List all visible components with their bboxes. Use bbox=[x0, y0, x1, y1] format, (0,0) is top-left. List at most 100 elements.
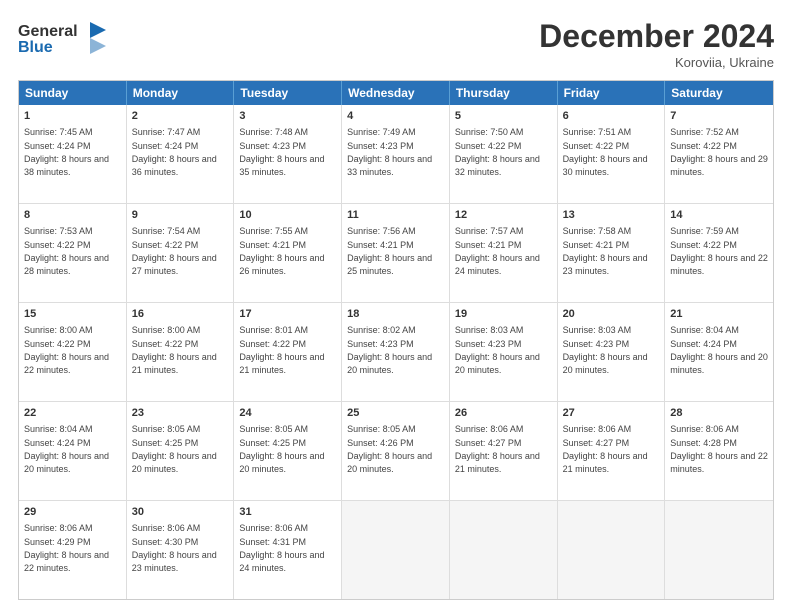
day-number: 1 bbox=[24, 109, 121, 124]
calendar-row-2: 8Sunrise: 7:53 AMSunset: 4:22 PMDaylight… bbox=[19, 203, 773, 302]
calendar-cell: 31 Sunrise: 8:06 AMSunset: 4:31 PMDayligh… bbox=[234, 501, 342, 599]
calendar-cell: 26 Sunrise: 8:06 AMSunset: 4:27 PMDayligh… bbox=[450, 402, 558, 500]
day-number: 24 bbox=[239, 406, 336, 421]
calendar-cell: 22Sunrise: 8:04 AMSunset: 4:24 PMDayligh… bbox=[19, 402, 127, 500]
calendar-cell: 5 Sunrise: 7:50 AMSunset: 4:22 PMDaylight… bbox=[450, 105, 558, 203]
cell-info: Sunrise: 7:55 AMSunset: 4:21 PMDaylight:… bbox=[239, 226, 324, 276]
day-number: 19 bbox=[455, 307, 552, 322]
svg-text:General: General bbox=[18, 23, 78, 40]
calendar-cell: 11 Sunrise: 7:56 AMSunset: 4:21 PMDayligh… bbox=[342, 204, 450, 302]
cell-info: Sunrise: 7:45 AMSunset: 4:24 PMDaylight:… bbox=[24, 127, 109, 177]
day-number: 18 bbox=[347, 307, 444, 322]
cell-info: Sunrise: 8:06 AMSunset: 4:27 PMDaylight:… bbox=[455, 424, 540, 474]
calendar-cell bbox=[342, 501, 450, 599]
day-number: 4 bbox=[347, 109, 444, 124]
calendar-cell: 28 Sunrise: 8:06 AMSunset: 4:28 PMDayligh… bbox=[665, 402, 773, 500]
calendar-header: Sunday Monday Tuesday Wednesday Thursday… bbox=[19, 81, 773, 105]
day-number: 26 bbox=[455, 406, 552, 421]
day-number: 13 bbox=[563, 208, 660, 223]
cell-info: Sunrise: 8:02 AMSunset: 4:23 PMDaylight:… bbox=[347, 325, 432, 375]
calendar-cell: 12Sunrise: 7:57 AMSunset: 4:21 PMDayligh… bbox=[450, 204, 558, 302]
calendar-cell: 14Sunrise: 7:59 AMSunset: 4:22 PMDayligh… bbox=[665, 204, 773, 302]
cell-info: Sunrise: 8:05 AMSunset: 4:26 PMDaylight:… bbox=[347, 424, 432, 474]
calendar-cell bbox=[558, 501, 666, 599]
cell-info: Sunrise: 8:01 AMSunset: 4:22 PMDaylight:… bbox=[239, 325, 324, 375]
calendar-cell: 18 Sunrise: 8:02 AMSunset: 4:23 PMDayligh… bbox=[342, 303, 450, 401]
calendar-cell: 3Sunrise: 7:48 AMSunset: 4:23 PMDaylight… bbox=[234, 105, 342, 203]
header-monday: Monday bbox=[127, 81, 235, 105]
day-number: 7 bbox=[670, 109, 768, 124]
calendar-cell: 23Sunrise: 8:05 AMSunset: 4:25 PMDayligh… bbox=[127, 402, 235, 500]
day-number: 17 bbox=[239, 307, 336, 322]
calendar-cell: 21 Sunrise: 8:04 AMSunset: 4:24 PMDayligh… bbox=[665, 303, 773, 401]
header-tuesday: Tuesday bbox=[234, 81, 342, 105]
header-saturday: Saturday bbox=[665, 81, 773, 105]
cell-info: Sunrise: 8:03 AMSunset: 4:23 PMDaylight:… bbox=[563, 325, 648, 375]
logo: General Blue bbox=[18, 18, 108, 63]
cell-info: Sunrise: 7:51 AMSunset: 4:22 PMDaylight:… bbox=[563, 127, 648, 177]
cell-info: Sunrise: 7:58 AMSunset: 4:21 PMDaylight:… bbox=[563, 226, 648, 276]
cell-info: Sunrise: 8:03 AMSunset: 4:23 PMDaylight:… bbox=[455, 325, 540, 375]
header-thursday: Thursday bbox=[450, 81, 558, 105]
title-block: December 2024 Koroviia, Ukraine bbox=[539, 18, 774, 70]
calendar-row-3: 15Sunrise: 8:00 AMSunset: 4:22 PMDayligh… bbox=[19, 302, 773, 401]
cell-info: Sunrise: 8:04 AMSunset: 4:24 PMDaylight:… bbox=[670, 325, 768, 375]
calendar-cell: 13 Sunrise: 7:58 AMSunset: 4:21 PMDayligh… bbox=[558, 204, 666, 302]
header-sunday: Sunday bbox=[19, 81, 127, 105]
day-number: 21 bbox=[670, 307, 768, 322]
day-number: 31 bbox=[239, 505, 336, 520]
calendar-row-5: 29Sunrise: 8:06 AMSunset: 4:29 PMDayligh… bbox=[19, 500, 773, 599]
cell-info: Sunrise: 7:59 AMSunset: 4:22 PMDaylight:… bbox=[670, 226, 768, 276]
cell-info: Sunrise: 8:05 AMSunset: 4:25 PMDaylight:… bbox=[239, 424, 324, 474]
calendar-row-4: 22Sunrise: 8:04 AMSunset: 4:24 PMDayligh… bbox=[19, 401, 773, 500]
svg-text:Blue: Blue bbox=[18, 39, 53, 56]
day-number: 29 bbox=[24, 505, 121, 520]
calendar-cell: 24 Sunrise: 8:05 AMSunset: 4:25 PMDayligh… bbox=[234, 402, 342, 500]
day-number: 11 bbox=[347, 208, 444, 223]
cell-info: Sunrise: 7:57 AMSunset: 4:21 PMDaylight:… bbox=[455, 226, 540, 276]
month-title: December 2024 bbox=[539, 18, 774, 55]
calendar-cell: 20 Sunrise: 8:03 AMSunset: 4:23 PMDayligh… bbox=[558, 303, 666, 401]
calendar-cell: 19 Sunrise: 8:03 AMSunset: 4:23 PMDayligh… bbox=[450, 303, 558, 401]
header: General Blue December 2024 Koroviia, Ukr… bbox=[18, 18, 774, 70]
location: Koroviia, Ukraine bbox=[539, 55, 774, 70]
calendar-row-1: 1 Sunrise: 7:45 AMSunset: 4:24 PMDaylight… bbox=[19, 105, 773, 203]
calendar-cell bbox=[450, 501, 558, 599]
cell-info: Sunrise: 8:06 AMSunset: 4:28 PMDaylight:… bbox=[670, 424, 768, 474]
cell-info: Sunrise: 7:56 AMSunset: 4:21 PMDaylight:… bbox=[347, 226, 432, 276]
day-number: 20 bbox=[563, 307, 660, 322]
cell-info: Sunrise: 7:47 AMSunset: 4:24 PMDaylight:… bbox=[132, 127, 217, 177]
day-number: 3 bbox=[239, 109, 336, 124]
calendar-cell: 1 Sunrise: 7:45 AMSunset: 4:24 PMDaylight… bbox=[19, 105, 127, 203]
calendar-cell: 27Sunrise: 8:06 AMSunset: 4:27 PMDayligh… bbox=[558, 402, 666, 500]
page: General Blue December 2024 Koroviia, Ukr… bbox=[0, 0, 792, 612]
calendar: Sunday Monday Tuesday Wednesday Thursday… bbox=[18, 80, 774, 600]
calendar-cell: 7 Sunrise: 7:52 AMSunset: 4:22 PMDaylight… bbox=[665, 105, 773, 203]
calendar-cell: 9Sunrise: 7:54 AMSunset: 4:22 PMDaylight… bbox=[127, 204, 235, 302]
day-number: 10 bbox=[239, 208, 336, 223]
day-number: 16 bbox=[132, 307, 229, 322]
calendar-cell: 4 Sunrise: 7:49 AMSunset: 4:23 PMDaylight… bbox=[342, 105, 450, 203]
day-number: 30 bbox=[132, 505, 229, 520]
calendar-cell: 25Sunrise: 8:05 AMSunset: 4:26 PMDayligh… bbox=[342, 402, 450, 500]
day-number: 27 bbox=[563, 406, 660, 421]
day-number: 28 bbox=[670, 406, 768, 421]
logo-text: General Blue bbox=[18, 18, 108, 63]
cell-info: Sunrise: 8:06 AMSunset: 4:30 PMDaylight:… bbox=[132, 523, 217, 573]
calendar-body: 1 Sunrise: 7:45 AMSunset: 4:24 PMDaylight… bbox=[19, 105, 773, 599]
cell-info: Sunrise: 8:05 AMSunset: 4:25 PMDaylight:… bbox=[132, 424, 217, 474]
day-number: 22 bbox=[24, 406, 121, 421]
day-number: 5 bbox=[455, 109, 552, 124]
cell-info: Sunrise: 8:06 AMSunset: 4:31 PMDaylight:… bbox=[239, 523, 324, 573]
calendar-cell: 17 Sunrise: 8:01 AMSunset: 4:22 PMDayligh… bbox=[234, 303, 342, 401]
day-number: 9 bbox=[132, 208, 229, 223]
day-number: 2 bbox=[132, 109, 229, 124]
day-number: 8 bbox=[24, 208, 121, 223]
header-wednesday: Wednesday bbox=[342, 81, 450, 105]
calendar-cell bbox=[665, 501, 773, 599]
cell-info: Sunrise: 7:50 AMSunset: 4:22 PMDaylight:… bbox=[455, 127, 540, 177]
cell-info: Sunrise: 7:49 AMSunset: 4:23 PMDaylight:… bbox=[347, 127, 432, 177]
cell-info: Sunrise: 7:52 AMSunset: 4:22 PMDaylight:… bbox=[670, 127, 768, 177]
calendar-cell: 10 Sunrise: 7:55 AMSunset: 4:21 PMDayligh… bbox=[234, 204, 342, 302]
day-number: 6 bbox=[563, 109, 660, 124]
